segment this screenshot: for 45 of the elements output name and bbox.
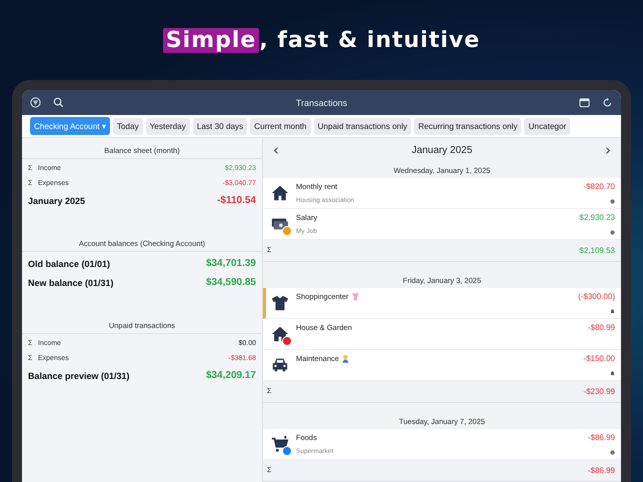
nav-title: Transactions <box>296 98 348 108</box>
car-icon <box>271 356 289 374</box>
filter-chip[interactable]: Today <box>112 118 143 134</box>
filter-chip[interactable]: Yesterday <box>146 118 190 134</box>
bell-icon <box>610 309 615 314</box>
status-dot-icon <box>610 230 615 235</box>
month-title: January 2025 <box>412 144 472 156</box>
cart-icon <box>271 435 289 453</box>
status-dot-icon <box>610 199 615 204</box>
transaction-amount: -$150.00 <box>583 354 615 363</box>
transaction-amount: -$820.70 <box>583 182 615 191</box>
shirt-icon <box>271 294 289 312</box>
summary-value: $34,209.17 <box>206 370 256 381</box>
status-dot-icon <box>610 450 615 455</box>
filter-chip[interactable]: Current month <box>250 118 311 134</box>
worker-icon <box>342 354 349 363</box>
transaction-amount: -$80.99 <box>588 323 615 332</box>
headline-highlight: Simple <box>162 28 260 52</box>
headline-text: , fast & intuitive <box>259 28 480 52</box>
refresh-icon[interactable] <box>602 97 613 108</box>
summary-value: -$110.54 <box>217 195 256 206</box>
transaction-amount: $2,930.23 <box>579 213 615 222</box>
bell-icon <box>610 371 615 376</box>
filter-icon[interactable] <box>30 97 41 108</box>
day-total: $2,109.53 <box>579 246 615 255</box>
next-month-button[interactable]: › <box>602 142 613 158</box>
filter-chip[interactable]: Last 30 days <box>192 118 248 134</box>
house-icon <box>271 184 289 202</box>
summary-label: New balance (01/31) <box>28 278 115 288</box>
summary-label: January 2025 <box>28 196 86 206</box>
blouse-icon <box>352 292 359 301</box>
search-icon[interactable] <box>53 97 64 108</box>
summary-value: $34,701.39 <box>206 258 256 269</box>
summary-label: Balance preview (01/31) <box>28 370 131 380</box>
transaction-amount: -$86.99 <box>588 433 615 442</box>
day-total: -$230.99 <box>583 387 615 396</box>
filter-chip[interactable]: Uncategor <box>524 118 570 134</box>
calendar-icon[interactable] <box>579 97 590 108</box>
transaction-amount: (-$300.00) <box>578 292 615 301</box>
day-total: -$86.99 <box>588 466 615 475</box>
filter-chip[interactable]: Recurring transactions only <box>414 118 522 134</box>
filter-chip[interactable]: Unpaid transactions only <box>314 118 412 134</box>
summary-label: Old balance (01/01) <box>28 258 112 268</box>
summary-value: $34,590.85 <box>206 277 256 288</box>
previous-month-button[interactable]: ‹ <box>271 142 281 158</box>
